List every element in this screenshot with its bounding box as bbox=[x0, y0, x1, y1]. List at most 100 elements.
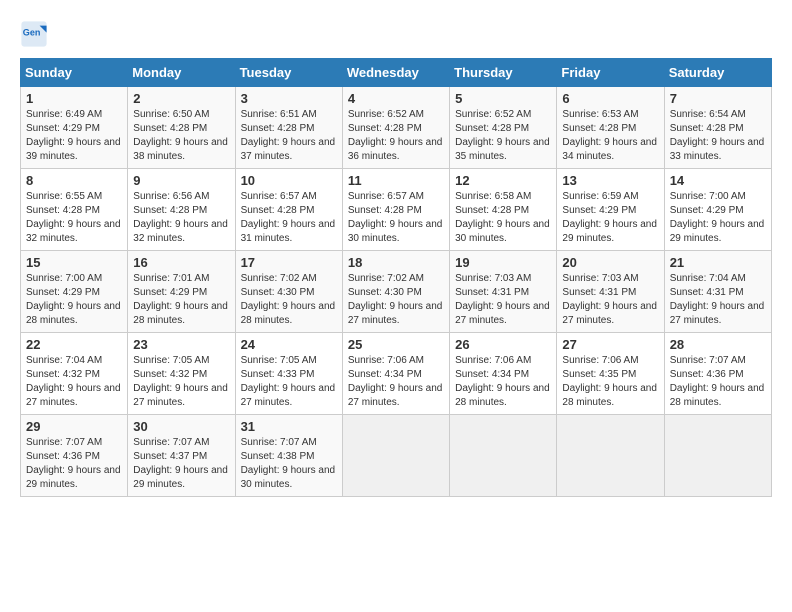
calendar-cell: 29 Sunrise: 7:07 AMSunset: 4:36 PMDaylig… bbox=[21, 415, 128, 497]
calendar-cell: 9 Sunrise: 6:56 AMSunset: 4:28 PMDayligh… bbox=[128, 169, 235, 251]
calendar-cell: 14 Sunrise: 7:00 AMSunset: 4:29 PMDaylig… bbox=[664, 169, 771, 251]
week-row-4: 22 Sunrise: 7:04 AMSunset: 4:32 PMDaylig… bbox=[21, 333, 772, 415]
day-info: Sunrise: 7:04 AMSunset: 4:32 PMDaylight:… bbox=[26, 355, 121, 408]
day-number: 31 bbox=[241, 419, 337, 434]
day-info: Sunrise: 7:06 AMSunset: 4:35 PMDaylight:… bbox=[562, 355, 657, 408]
calendar-cell: 24 Sunrise: 7:05 AMSunset: 4:33 PMDaylig… bbox=[235, 333, 342, 415]
calendar-cell: 11 Sunrise: 6:57 AMSunset: 4:28 PMDaylig… bbox=[342, 169, 449, 251]
day-number: 23 bbox=[133, 337, 229, 352]
calendar-cell: 21 Sunrise: 7:04 AMSunset: 4:31 PMDaylig… bbox=[664, 251, 771, 333]
calendar-cell: 5 Sunrise: 6:52 AMSunset: 4:28 PMDayligh… bbox=[450, 87, 557, 169]
day-info: Sunrise: 7:07 AMSunset: 4:38 PMDaylight:… bbox=[241, 437, 336, 490]
day-number: 26 bbox=[455, 337, 551, 352]
calendar-cell: 8 Sunrise: 6:55 AMSunset: 4:28 PMDayligh… bbox=[21, 169, 128, 251]
calendar-cell bbox=[450, 415, 557, 497]
day-number: 8 bbox=[26, 173, 122, 188]
calendar-cell: 23 Sunrise: 7:05 AMSunset: 4:32 PMDaylig… bbox=[128, 333, 235, 415]
week-row-2: 8 Sunrise: 6:55 AMSunset: 4:28 PMDayligh… bbox=[21, 169, 772, 251]
calendar-cell: 13 Sunrise: 6:59 AMSunset: 4:29 PMDaylig… bbox=[557, 169, 664, 251]
day-info: Sunrise: 6:54 AMSunset: 4:28 PMDaylight:… bbox=[670, 109, 765, 162]
day-info: Sunrise: 7:07 AMSunset: 4:36 PMDaylight:… bbox=[670, 355, 765, 408]
calendar-cell: 16 Sunrise: 7:01 AMSunset: 4:29 PMDaylig… bbox=[128, 251, 235, 333]
calendar-cell: 12 Sunrise: 6:58 AMSunset: 4:28 PMDaylig… bbox=[450, 169, 557, 251]
day-info: Sunrise: 6:53 AMSunset: 4:28 PMDaylight:… bbox=[562, 109, 657, 162]
calendar-cell: 3 Sunrise: 6:51 AMSunset: 4:28 PMDayligh… bbox=[235, 87, 342, 169]
day-header-thursday: Thursday bbox=[450, 59, 557, 87]
calendar-table: SundayMondayTuesdayWednesdayThursdayFrid… bbox=[20, 58, 772, 497]
day-number: 5 bbox=[455, 91, 551, 106]
day-number: 7 bbox=[670, 91, 766, 106]
day-header-saturday: Saturday bbox=[664, 59, 771, 87]
day-header-friday: Friday bbox=[557, 59, 664, 87]
day-info: Sunrise: 7:06 AMSunset: 4:34 PMDaylight:… bbox=[348, 355, 443, 408]
day-info: Sunrise: 6:52 AMSunset: 4:28 PMDaylight:… bbox=[348, 109, 443, 162]
day-number: 19 bbox=[455, 255, 551, 270]
calendar-cell: 19 Sunrise: 7:03 AMSunset: 4:31 PMDaylig… bbox=[450, 251, 557, 333]
day-header-monday: Monday bbox=[128, 59, 235, 87]
day-info: Sunrise: 7:00 AMSunset: 4:29 PMDaylight:… bbox=[26, 273, 121, 326]
day-number: 30 bbox=[133, 419, 229, 434]
calendar-cell bbox=[557, 415, 664, 497]
calendar-cell bbox=[664, 415, 771, 497]
day-number: 16 bbox=[133, 255, 229, 270]
day-info: Sunrise: 6:58 AMSunset: 4:28 PMDaylight:… bbox=[455, 191, 550, 244]
day-number: 20 bbox=[562, 255, 658, 270]
day-number: 24 bbox=[241, 337, 337, 352]
calendar-cell: 26 Sunrise: 7:06 AMSunset: 4:34 PMDaylig… bbox=[450, 333, 557, 415]
day-info: Sunrise: 7:03 AMSunset: 4:31 PMDaylight:… bbox=[562, 273, 657, 326]
week-row-3: 15 Sunrise: 7:00 AMSunset: 4:29 PMDaylig… bbox=[21, 251, 772, 333]
day-number: 12 bbox=[455, 173, 551, 188]
calendar-cell: 18 Sunrise: 7:02 AMSunset: 4:30 PMDaylig… bbox=[342, 251, 449, 333]
calendar-cell: 17 Sunrise: 7:02 AMSunset: 4:30 PMDaylig… bbox=[235, 251, 342, 333]
calendar-cell: 4 Sunrise: 6:52 AMSunset: 4:28 PMDayligh… bbox=[342, 87, 449, 169]
day-number: 25 bbox=[348, 337, 444, 352]
day-number: 1 bbox=[26, 91, 122, 106]
calendar-cell: 28 Sunrise: 7:07 AMSunset: 4:36 PMDaylig… bbox=[664, 333, 771, 415]
day-number: 14 bbox=[670, 173, 766, 188]
day-header-tuesday: Tuesday bbox=[235, 59, 342, 87]
calendar-cell: 10 Sunrise: 6:57 AMSunset: 4:28 PMDaylig… bbox=[235, 169, 342, 251]
logo-icon: Gen bbox=[20, 20, 48, 48]
day-number: 10 bbox=[241, 173, 337, 188]
day-number: 28 bbox=[670, 337, 766, 352]
header-row: SundayMondayTuesdayWednesdayThursdayFrid… bbox=[21, 59, 772, 87]
day-info: Sunrise: 7:00 AMSunset: 4:29 PMDaylight:… bbox=[670, 191, 765, 244]
calendar-cell bbox=[342, 415, 449, 497]
day-info: Sunrise: 6:57 AMSunset: 4:28 PMDaylight:… bbox=[241, 191, 336, 244]
logo: Gen bbox=[20, 20, 52, 48]
day-info: Sunrise: 6:50 AMSunset: 4:28 PMDaylight:… bbox=[133, 109, 228, 162]
day-info: Sunrise: 6:56 AMSunset: 4:28 PMDaylight:… bbox=[133, 191, 228, 244]
day-header-sunday: Sunday bbox=[21, 59, 128, 87]
day-info: Sunrise: 7:05 AMSunset: 4:32 PMDaylight:… bbox=[133, 355, 228, 408]
day-number: 27 bbox=[562, 337, 658, 352]
day-info: Sunrise: 6:57 AMSunset: 4:28 PMDaylight:… bbox=[348, 191, 443, 244]
day-number: 18 bbox=[348, 255, 444, 270]
day-info: Sunrise: 7:06 AMSunset: 4:34 PMDaylight:… bbox=[455, 355, 550, 408]
day-info: Sunrise: 6:59 AMSunset: 4:29 PMDaylight:… bbox=[562, 191, 657, 244]
day-number: 15 bbox=[26, 255, 122, 270]
day-number: 11 bbox=[348, 173, 444, 188]
calendar-cell: 7 Sunrise: 6:54 AMSunset: 4:28 PMDayligh… bbox=[664, 87, 771, 169]
day-info: Sunrise: 7:03 AMSunset: 4:31 PMDaylight:… bbox=[455, 273, 550, 326]
calendar-cell: 25 Sunrise: 7:06 AMSunset: 4:34 PMDaylig… bbox=[342, 333, 449, 415]
calendar-cell: 1 Sunrise: 6:49 AMSunset: 4:29 PMDayligh… bbox=[21, 87, 128, 169]
week-row-1: 1 Sunrise: 6:49 AMSunset: 4:29 PMDayligh… bbox=[21, 87, 772, 169]
day-number: 4 bbox=[348, 91, 444, 106]
calendar-cell: 6 Sunrise: 6:53 AMSunset: 4:28 PMDayligh… bbox=[557, 87, 664, 169]
day-number: 3 bbox=[241, 91, 337, 106]
header: Gen bbox=[20, 20, 772, 48]
calendar-cell: 27 Sunrise: 7:06 AMSunset: 4:35 PMDaylig… bbox=[557, 333, 664, 415]
day-info: Sunrise: 7:05 AMSunset: 4:33 PMDaylight:… bbox=[241, 355, 336, 408]
day-number: 9 bbox=[133, 173, 229, 188]
day-number: 21 bbox=[670, 255, 766, 270]
calendar-cell: 20 Sunrise: 7:03 AMSunset: 4:31 PMDaylig… bbox=[557, 251, 664, 333]
calendar-cell: 2 Sunrise: 6:50 AMSunset: 4:28 PMDayligh… bbox=[128, 87, 235, 169]
calendar-cell: 30 Sunrise: 7:07 AMSunset: 4:37 PMDaylig… bbox=[128, 415, 235, 497]
day-info: Sunrise: 6:51 AMSunset: 4:28 PMDaylight:… bbox=[241, 109, 336, 162]
day-number: 29 bbox=[26, 419, 122, 434]
week-row-5: 29 Sunrise: 7:07 AMSunset: 4:36 PMDaylig… bbox=[21, 415, 772, 497]
day-number: 17 bbox=[241, 255, 337, 270]
day-number: 6 bbox=[562, 91, 658, 106]
calendar-cell: 15 Sunrise: 7:00 AMSunset: 4:29 PMDaylig… bbox=[21, 251, 128, 333]
day-info: Sunrise: 6:55 AMSunset: 4:28 PMDaylight:… bbox=[26, 191, 121, 244]
